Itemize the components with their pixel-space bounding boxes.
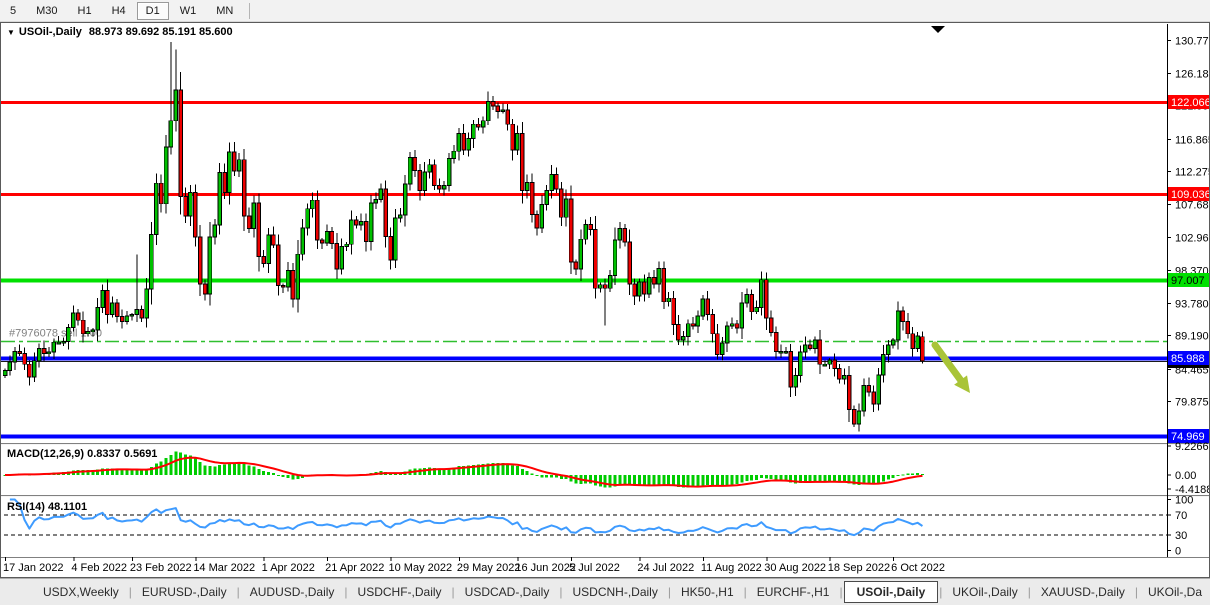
chart-dropdown-arrow-icon[interactable]: ▼ [7,28,15,37]
date-axis[interactable] [1,557,1167,577]
symbol-tabbar: USDX,Weekly|EURUSD-,Daily|AUDUSD-,Daily|… [0,578,1210,605]
chart-shift-marker-icon [931,26,945,33]
tab-ukoil-daily[interactable]: UKOil-,Daily [943,581,1026,603]
timeframe-button-mn[interactable]: MN [207,2,242,20]
tab-eurusd-daily[interactable]: EURUSD-,Daily [133,581,236,603]
toolbar-separator [249,3,250,19]
tab-usdx-weekly[interactable]: USDX,Weekly [34,581,128,603]
tab-usdchf-daily[interactable]: USDCHF-,Daily [349,581,451,603]
price-axis[interactable] [1167,23,1209,557]
tab-audusd-daily[interactable]: AUDUSD-,Daily [241,581,344,603]
timeframe-button-5[interactable]: 5 [1,2,25,20]
candlesticks [3,42,924,431]
horizontal-level-lines [1,103,1167,437]
tab-usoil-daily[interactable]: USOil-,Daily [844,581,939,603]
rsi-levels [4,515,1167,535]
trend-arrow [935,345,970,393]
sell-order-line: #7976078 sell 1.00 [1,328,1167,342]
timeframe-button-h4[interactable]: H4 [103,2,135,20]
tab-eurchf-h1[interactable]: EURCHF-,H1 [748,581,839,603]
chart-shift-marker [931,26,945,33]
tab-xauusd-daily[interactable]: XAUUSD-,Daily [1032,581,1134,603]
panel-splitter-macd[interactable] [1,441,1167,446]
rsi-line [10,500,923,536]
tab-usdcad-daily[interactable]: USDCAD-,Daily [456,581,559,603]
tab-usdcnh-daily[interactable]: USDCNH-,Daily [563,581,666,603]
tab-hk50-h1[interactable]: HK50-,H1 [672,581,743,603]
timeframe-button-d1[interactable]: D1 [137,2,169,20]
timeframe-button-h1[interactable]: H1 [69,2,101,20]
timeframe-button-w1[interactable]: W1 [171,2,206,20]
timeframe-toolbar: 5M30H1H4D1W1MN [0,0,1210,22]
tab-ukoil-da[interactable]: UKOil-,Da [1139,581,1210,603]
tab-list: USDX,Weekly|EURUSD-,Daily|AUDUSD-,Daily|… [34,581,1210,603]
timeframe-button-group: 5M30H1H4D1W1MN [0,2,243,20]
panel-splitter-rsi[interactable] [1,493,1167,498]
chart-window: 130.770126.180121.590116.865112.275107.6… [0,22,1210,578]
timeframe-button-m30[interactable]: M30 [27,2,66,20]
